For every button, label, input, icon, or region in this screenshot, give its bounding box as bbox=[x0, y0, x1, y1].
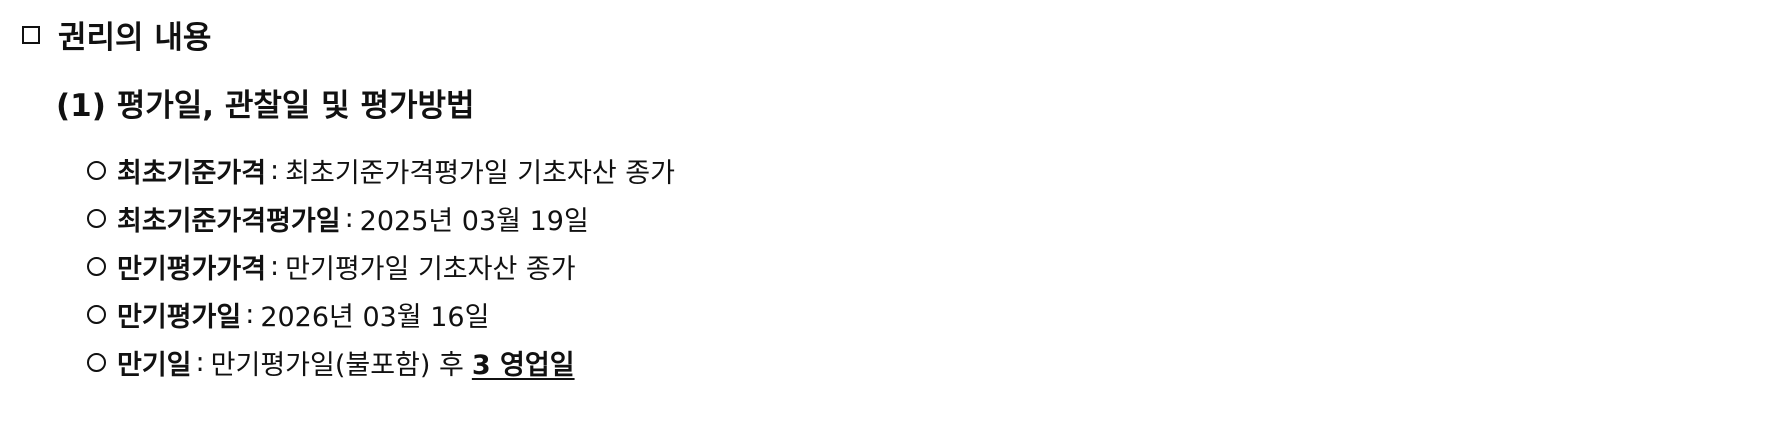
term-description: 만기평가일 기초자산 종가 bbox=[285, 253, 576, 285]
term-separator: : bbox=[270, 154, 280, 186]
section-title-text: 권리의 내용 bbox=[58, 20, 212, 56]
term-label: 최초기준가격 bbox=[117, 157, 267, 189]
circle-bullet-icon bbox=[87, 208, 106, 228]
circle-bullet-icon bbox=[87, 256, 106, 276]
term-separator: : bbox=[344, 202, 354, 234]
circle-bullet-icon bbox=[87, 352, 106, 372]
term-separator: : bbox=[270, 250, 280, 282]
term-separator: : bbox=[245, 298, 255, 330]
section-title: 권리의 내용 bbox=[22, 12, 211, 57]
emphasized-business-days: 3 영업일 bbox=[471, 349, 575, 381]
term-label: 만기평가일 bbox=[117, 301, 242, 333]
term-label: 최초기준가격평가일 bbox=[117, 205, 341, 237]
list-item: 만기평가가격 : 만기평가일 기초자산 종가 bbox=[87, 242, 675, 290]
list-item: 최초기준가격 : 최초기준가격평가일 기초자산 종가 bbox=[87, 146, 675, 194]
list-item: 만기일 : 만기평가일(불포함) 후 3 영업일 bbox=[87, 338, 675, 386]
square-outline-icon bbox=[22, 25, 40, 44]
term-label: 만기일 bbox=[117, 349, 192, 381]
term-separator: : bbox=[195, 346, 205, 378]
circle-bullet-icon bbox=[87, 304, 106, 324]
term-description: 최초기준가격평가일 기초자산 종가 bbox=[285, 157, 675, 189]
term-description: 만기평가일(불포함) 후 bbox=[210, 349, 464, 381]
circle-bullet-icon bbox=[87, 160, 106, 180]
list-item: 만기평가일 : 2026년 03월 16일 bbox=[87, 290, 675, 338]
subsection-title: (1) 평가일, 관찰일 및 평가방법 bbox=[56, 88, 475, 124]
term-description: 2026년 03월 16일 bbox=[260, 301, 490, 333]
term-description: 2025년 03월 19일 bbox=[359, 205, 589, 237]
term-label: 만기평가가격 bbox=[117, 253, 267, 285]
list-item: 최초기준가격평가일 : 2025년 03월 19일 bbox=[87, 194, 675, 242]
terms-list: 최초기준가격 : 최초기준가격평가일 기초자산 종가 최초기준가격평가일 : 2… bbox=[87, 146, 675, 386]
